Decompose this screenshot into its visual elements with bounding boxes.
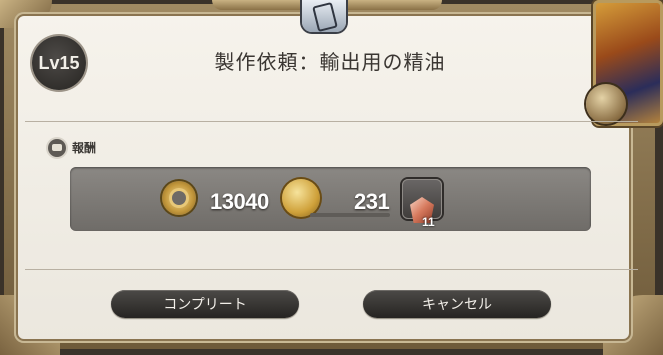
scrip-coin-icon	[282, 179, 320, 217]
rewards-label: 報酬	[72, 141, 97, 155]
currency-amount: 231	[354, 189, 390, 214]
level-badge: Lv15	[32, 36, 86, 90]
item-slot[interactable]: 11	[402, 179, 442, 229]
gil-icon	[162, 181, 196, 215]
reward-bag-icon	[48, 139, 66, 157]
button-divider	[25, 269, 638, 270]
item-quantity: 11	[422, 215, 435, 229]
title-divider	[25, 121, 638, 122]
complete-button[interactable]: コンプリート	[111, 290, 299, 318]
dialog-title: 製作依頼：輸出用の精油	[214, 50, 446, 74]
portrait-seal-icon	[586, 84, 626, 124]
top-crest-icon	[302, 0, 346, 33]
cancel-button[interactable]: キャンセル	[363, 290, 551, 318]
gil-amount: 13040	[210, 189, 269, 214]
rewards-panel: 13040 231 11	[70, 167, 591, 231]
craft-request-dialog: Lv15 製作依頼：輸出用の精油 報酬 13040 231 11 コンプリート …	[0, 0, 663, 355]
